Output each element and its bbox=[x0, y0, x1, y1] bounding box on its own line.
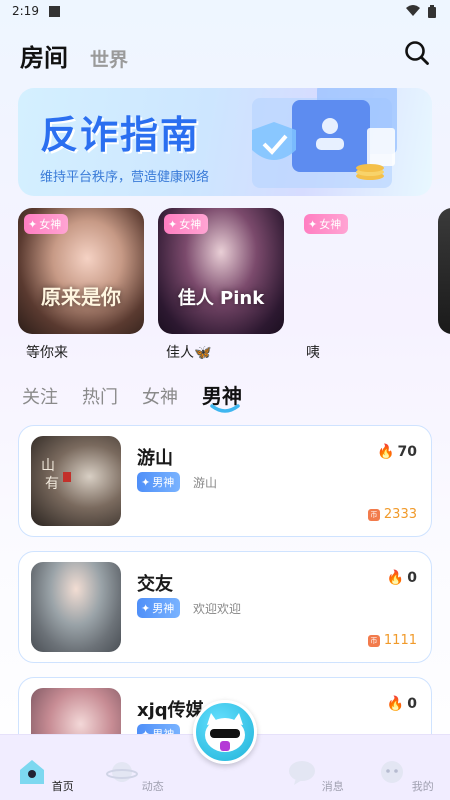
room-title: 交友 bbox=[137, 574, 173, 595]
chat-icon bbox=[289, 761, 316, 785]
room-card[interactable]: 山有 游山 ✦ 男神 游山 🔥 70 币 2333 bbox=[18, 425, 432, 537]
active-tab-indicator bbox=[210, 404, 240, 413]
tab-room[interactable]: 房间 bbox=[20, 38, 68, 73]
goddess-badge: ✦ 女神 bbox=[304, 214, 349, 234]
clock: 2:19 bbox=[12, 4, 39, 18]
room-coins: 币 2333 bbox=[367, 507, 417, 522]
host-name: 咦 bbox=[306, 345, 320, 361]
profile-icon bbox=[381, 761, 404, 783]
featured-hosts: ✦ 女神 原来是你 等你来 ✦ 女神 佳人 Pink 佳人🦋 ✦ 女神 咦 bbox=[18, 208, 450, 368]
sparkle-icon: ✦ bbox=[28, 217, 38, 231]
battery-icon bbox=[428, 4, 436, 18]
tab-hot[interactable]: 热门 bbox=[82, 383, 118, 409]
coin-icon: 币 bbox=[367, 508, 380, 521]
mascot-icon bbox=[205, 713, 245, 752]
host-overlay-text: 原来是你 bbox=[41, 285, 121, 309]
sparkle-icon: ✦ bbox=[308, 217, 318, 231]
svg-text:有: 有 bbox=[45, 476, 59, 492]
sparkle-icon: ✦ bbox=[168, 217, 178, 231]
room-title: 游山 bbox=[137, 448, 173, 469]
god-badge: ✦男神 bbox=[137, 472, 181, 492]
nav-feed[interactable]: 动态 bbox=[105, 758, 165, 794]
host-photo: ✦ 女神 佳人 Pink bbox=[158, 208, 284, 334]
room-thumbnail bbox=[31, 562, 121, 652]
nav-mine[interactable]: 我的 bbox=[375, 758, 435, 794]
nav-home[interactable]: 首页 bbox=[15, 758, 75, 794]
host-name: 佳人🦋 bbox=[166, 345, 212, 361]
flame-icon: 🔥 bbox=[377, 444, 395, 460]
host-photo: ✦ 女神 原来是你 bbox=[18, 208, 144, 334]
flame-icon: 🔥 bbox=[386, 696, 405, 712]
flame-icon: 🔥 bbox=[386, 570, 405, 586]
search-icon[interactable] bbox=[404, 40, 430, 66]
room-description: 欢迎欢迎 bbox=[193, 602, 242, 616]
room-heat: 🔥 0 bbox=[386, 570, 417, 586]
god-badge: ✦男神 bbox=[137, 598, 181, 618]
host-card[interactable]: ✦ 女神 原来是你 等你来 bbox=[18, 208, 144, 362]
notification-icon bbox=[48, 5, 60, 17]
goddess-badge: ✦ 女神 bbox=[24, 214, 69, 234]
host-overlay-text: 佳人 Pink bbox=[177, 288, 265, 309]
tab-following[interactable]: 关注 bbox=[22, 383, 58, 409]
calligraphy-art: 山有 bbox=[41, 458, 71, 492]
room-description: 游山 bbox=[193, 476, 218, 490]
host-card[interactable]: ✦ 女神 佳人 Pink 佳人🦋 bbox=[158, 208, 284, 362]
room-thumbnail: 山有 bbox=[31, 436, 121, 526]
host-photo bbox=[438, 208, 450, 334]
center-mascot-button[interactable] bbox=[193, 700, 257, 764]
nav-messages[interactable]: 消息 bbox=[285, 758, 345, 794]
banner-illustration bbox=[252, 88, 397, 188]
sparkle-icon: ✦ bbox=[141, 475, 151, 489]
banner-subtitle: 维持平台秩序，营造健康网络 bbox=[40, 170, 210, 185]
category-tabs: 关注 热门 女神 男神 bbox=[22, 380, 242, 413]
host-card[interactable]: ✦ 女神 咦 bbox=[298, 208, 424, 362]
host-card-partial[interactable] bbox=[438, 208, 450, 334]
wifi-icon bbox=[406, 5, 420, 16]
room-heat: 🔥 70 bbox=[377, 444, 417, 460]
goddess-badge: ✦ 女神 bbox=[164, 214, 209, 234]
svg-text:山: 山 bbox=[41, 458, 55, 474]
room-heat: 🔥 0 bbox=[386, 696, 417, 712]
room-coins: 币 1111 bbox=[367, 633, 417, 648]
host-photo: ✦ 女神 bbox=[298, 208, 424, 334]
status-bar: 2:19 bbox=[0, 0, 450, 22]
top-tabs: 房间 世界 bbox=[20, 38, 128, 73]
tab-god[interactable]: 男神 bbox=[202, 380, 242, 413]
room-title: xjq传媒 bbox=[137, 700, 204, 721]
room-card[interactable]: 交友 ✦ 男神 欢迎欢迎 🔥 0 币 1111 bbox=[18, 551, 432, 663]
planet-icon bbox=[106, 762, 139, 782]
coin-icon: 币 bbox=[367, 634, 380, 647]
tab-world[interactable]: 世界 bbox=[90, 45, 128, 72]
tab-goddess[interactable]: 女神 bbox=[142, 383, 178, 409]
anti-fraud-banner[interactable]: 反诈指南 维持平台秩序，营造健康网络 bbox=[18, 88, 432, 196]
banner-title: 反诈指南 bbox=[40, 113, 201, 157]
sparkle-icon: ✦ bbox=[141, 601, 151, 615]
host-name: 等你来 bbox=[26, 345, 68, 361]
home-icon bbox=[20, 760, 45, 784]
